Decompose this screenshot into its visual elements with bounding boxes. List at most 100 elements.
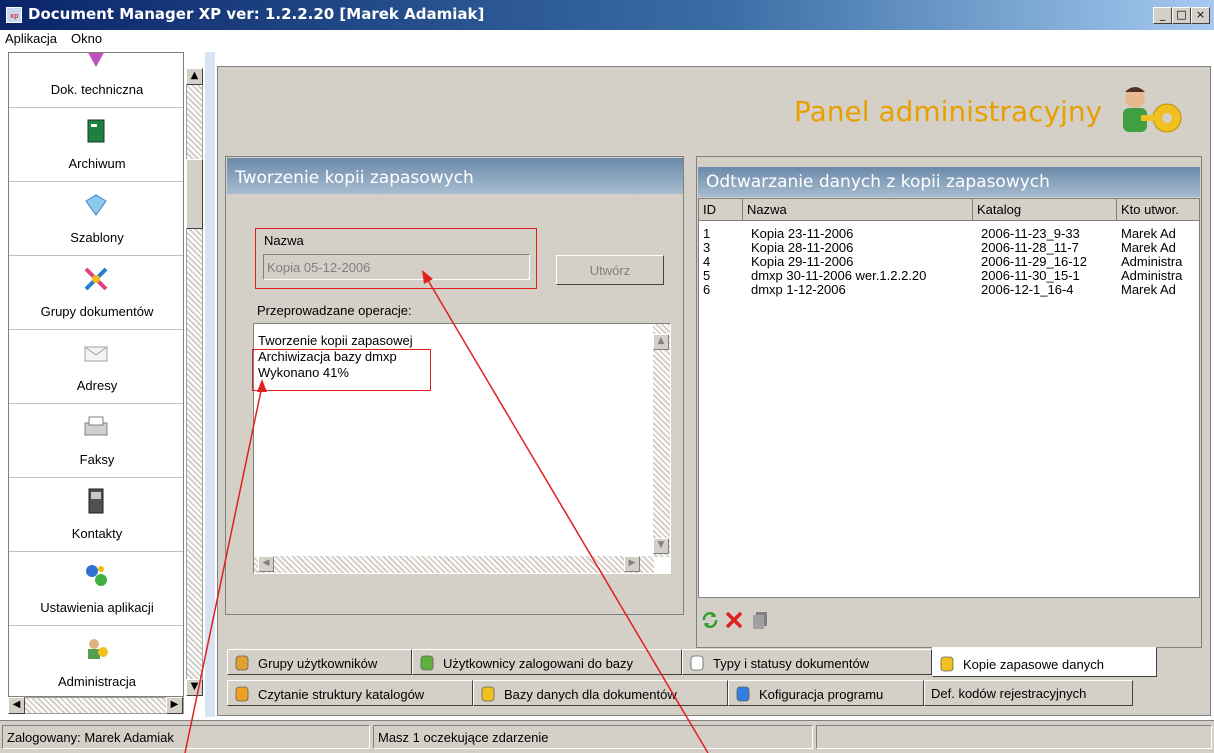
scroll-down-button[interactable]: ▼: [186, 679, 203, 696]
sidebar-item-adresy[interactable]: Adresy: [9, 331, 183, 404]
tab-label: Bazy danych dla dokumentów: [504, 687, 677, 702]
cell-kto-utworzyl[interactable]: Administra: [1121, 254, 1199, 269]
app-icon[interactable]: [6, 7, 22, 23]
sidebar-horizontal-scrollbar[interactable]: ◀ ▶: [8, 697, 184, 714]
cell-id[interactable]: 4: [703, 254, 710, 269]
cell-katalog[interactable]: 2006-11-30_15-1: [981, 268, 1080, 283]
admin-key-icon: [88, 639, 108, 659]
sidebar-item-label: Archiwum: [68, 156, 126, 171]
scroll-thumb[interactable]: [186, 159, 203, 229]
tab-label: Grupy użytkowników: [258, 656, 378, 671]
cell-nazwa[interactable]: dmxp 1-12-2006: [751, 282, 846, 297]
cell-nazwa[interactable]: Kopia 29-11-2006: [751, 254, 853, 269]
status-empty: [816, 725, 1212, 749]
cell-id[interactable]: 1: [703, 226, 710, 241]
operations-horizontal-scrollbar[interactable]: ◀ ▶: [254, 556, 654, 573]
cell-kto-utworzyl[interactable]: Marek Ad: [1121, 240, 1199, 255]
sidebar-item-label: Faksy: [79, 452, 115, 467]
cell-katalog[interactable]: 2006-11-23_9-33: [981, 226, 1080, 241]
column-header-nazwa[interactable]: Nazwa: [743, 199, 973, 221]
menu-item-aplikacja[interactable]: Aplikacja: [5, 31, 57, 46]
sidebar-item-faksy[interactable]: Faksy: [9, 405, 183, 478]
scroll-left-button[interactable]: ◀: [258, 556, 274, 572]
scroll-down-button[interactable]: ▼: [653, 538, 669, 554]
tab-label: Użytkownicy zalogowani do bazy: [443, 656, 634, 671]
sidebar-item-label: Adresy: [76, 378, 118, 393]
status-events: Masz 1 oczekujące zdarzenie: [373, 725, 813, 749]
delete-icon[interactable]: [724, 610, 744, 630]
backup-name-input[interactable]: [263, 254, 530, 280]
template-icon: [85, 194, 107, 216]
document-icon: [690, 655, 704, 671]
scroll-up-button[interactable]: ▲: [186, 68, 203, 85]
cell-kto-utworzyl[interactable]: Administra: [1121, 268, 1199, 283]
scroll-up-button[interactable]: ▲: [653, 334, 669, 350]
minimize-button[interactable]: _: [1153, 7, 1172, 24]
status-user: Zalogowany: Marek Adamiak: [2, 725, 370, 749]
window-title: Document Manager XP ver: 1.2.2.20 [Marek…: [28, 5, 485, 23]
cell-id[interactable]: 6: [703, 282, 710, 297]
cell-id[interactable]: 3: [703, 240, 710, 255]
backup-list-header: ID Nazwa Katalog Kto utwor.: [699, 199, 1199, 221]
restore-icon[interactable]: [750, 610, 770, 630]
tab-bazy-danych[interactable]: Bazy danych dla dokumentów: [473, 680, 728, 706]
operations-vertical-scrollbar[interactable]: ▲ ▼: [653, 324, 670, 557]
cell-nazwa[interactable]: dmxp 30-11-2006 wer.1.2.2.20: [751, 268, 926, 283]
folders-icon: [235, 686, 249, 702]
column-header-katalog[interactable]: Katalog: [973, 199, 1117, 221]
sidebar-item-grupy-dokumentow[interactable]: Grupy dokumentów: [9, 257, 183, 330]
cell-kto-utworzyl[interactable]: Marek Ad: [1121, 282, 1199, 297]
pen-icon: [88, 53, 104, 67]
cell-kto-utworzyl[interactable]: Marek Ad: [1121, 226, 1199, 241]
sidebar-item-administracja[interactable]: Administracja: [9, 627, 183, 696]
tab-grupy-uzytkownikow[interactable]: Grupy użytkowników: [227, 649, 412, 675]
panel-splitter[interactable]: [205, 52, 215, 717]
tab-konfiguracja[interactable]: Kofiguracja programu: [728, 680, 924, 706]
tab-uzytkownicy-zalogowani[interactable]: Użytkownicy zalogowani do bazy: [412, 649, 682, 675]
cell-id[interactable]: 5: [703, 268, 710, 283]
backup-list[interactable]: ID Nazwa Katalog Kto utwor. 1 Kopia 23-11…: [698, 198, 1200, 598]
tab-label: Def. kodów rejestracyjnych: [931, 686, 1087, 701]
sidebar-item-kontakty[interactable]: Kontakty: [9, 479, 183, 552]
column-header-kto-utworzyl[interactable]: Kto utwor.: [1117, 199, 1199, 221]
tab-def-kodow[interactable]: Def. kodów rejestracyjnych: [924, 680, 1133, 706]
phone-icon: [88, 488, 104, 514]
scroll-left-button[interactable]: ◀: [8, 697, 25, 714]
scroll-right-button[interactable]: ▶: [624, 556, 640, 572]
database-icon: [481, 686, 495, 702]
sidebar-vertical-scrollbar[interactable]: ▲ ▼: [186, 68, 203, 696]
sidebar: Dok. techniczna Archiwum Szablony Grupy …: [8, 52, 184, 697]
groups-icon: [84, 267, 108, 291]
config-icon: [736, 686, 750, 702]
tab-czytanie-struktury[interactable]: Czytanie struktury katalogów: [227, 680, 473, 706]
tab-typy-statusy[interactable]: Typy i statusy dokumentów: [682, 649, 932, 675]
cell-katalog[interactable]: 2006-12-1_16-4: [981, 282, 1074, 297]
sidebar-item-ustawienia-aplikacji[interactable]: Ustawienia aplikacji: [9, 553, 183, 626]
sidebar-item-label: Grupy dokumentów: [40, 304, 154, 319]
sidebar-item-dok-techniczna[interactable]: Dok. techniczna: [9, 53, 183, 108]
cell-katalog[interactable]: 2006-11-29_16-12: [981, 254, 1087, 269]
refresh-icon[interactable]: [700, 610, 720, 630]
cell-nazwa[interactable]: Kopia 28-11-2006: [751, 240, 853, 255]
create-button[interactable]: Utwórz: [556, 255, 664, 285]
book-icon: [87, 119, 105, 143]
sidebar-item-label: Kontakty: [71, 526, 123, 541]
column-header-id[interactable]: ID: [699, 199, 743, 221]
cell-katalog[interactable]: 2006-11-28_11-7: [981, 240, 1079, 255]
page-title: Panel administracyjny: [794, 95, 1103, 128]
tab-kopie-zapasowe[interactable]: Kopie zapasowe danych: [932, 647, 1157, 677]
sidebar-item-szablony[interactable]: Szablony: [9, 183, 183, 256]
tab-label: Kopie zapasowe danych: [963, 657, 1104, 672]
gears-icon: [86, 565, 107, 586]
cell-nazwa[interactable]: Kopia 23-11-2006: [751, 226, 853, 241]
close-button[interactable]: ×: [1191, 7, 1210, 24]
title-bar: Document Manager XP ver: 1.2.2.20 [Marek…: [0, 0, 1214, 30]
scroll-right-button[interactable]: ▶: [166, 697, 183, 714]
menu-item-okno[interactable]: Okno: [71, 31, 102, 46]
operation-line: Tworzenie kopii zapasowej: [258, 333, 413, 348]
maximize-button[interactable]: □: [1172, 7, 1191, 24]
fax-icon: [84, 416, 108, 436]
restore-section-header: Odtwarzanie danych z kopii zapasowych: [698, 167, 1200, 197]
sidebar-item-archiwum[interactable]: Archiwum: [9, 109, 183, 182]
tab-label: Czytanie struktury katalogów: [258, 687, 425, 702]
